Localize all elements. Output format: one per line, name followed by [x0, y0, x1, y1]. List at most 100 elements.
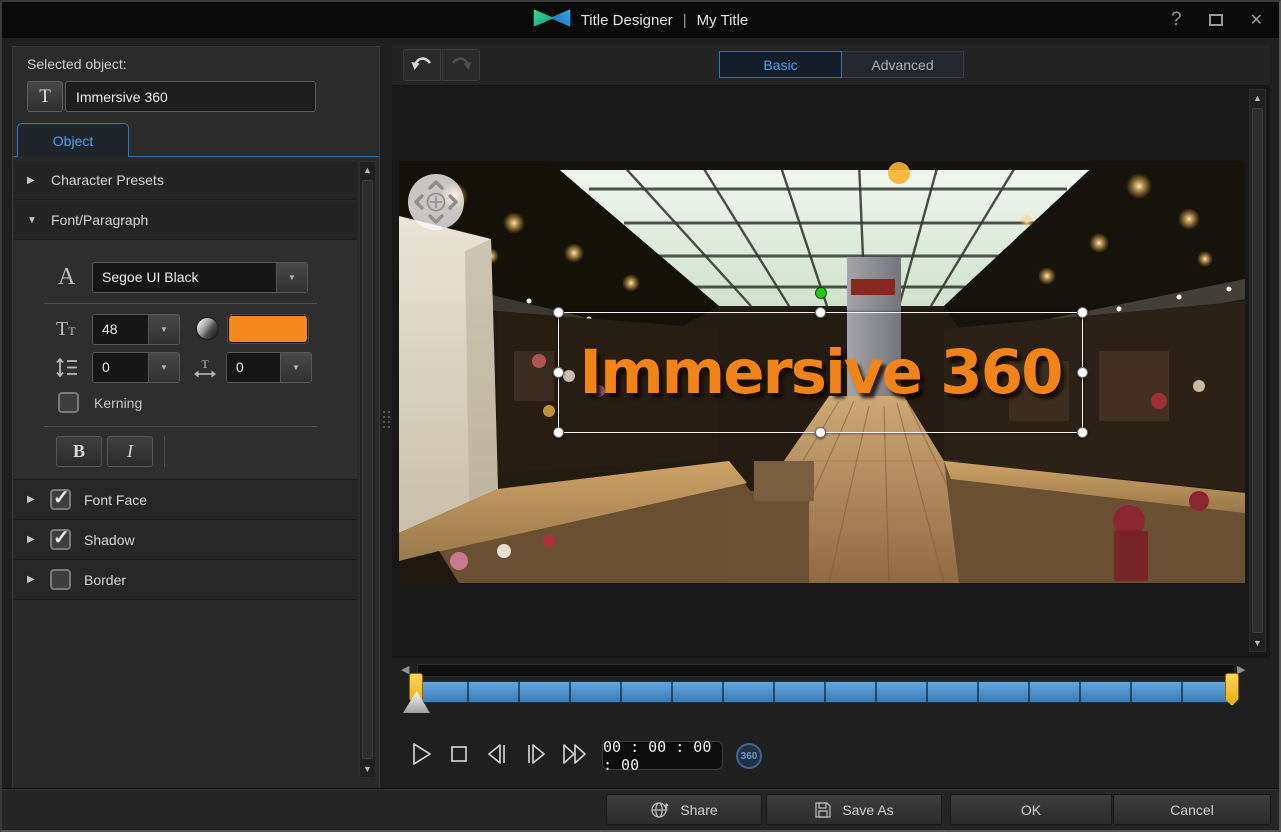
font-size-icon: TT — [56, 318, 76, 341]
undo-button[interactable] — [403, 49, 441, 81]
text-object-icon[interactable]: T — [27, 81, 63, 112]
save-as-label: Save As — [842, 802, 893, 818]
previous-frame-button[interactable] — [483, 740, 511, 768]
preview-area: Immersive 360 ▲ ▼ — [392, 86, 1270, 658]
collapsed-arrow-icon: ▶ — [27, 574, 37, 585]
chevron-down-icon[interactable]: ▼ — [276, 263, 307, 292]
chevron-down-icon[interactable]: ▼ — [148, 315, 179, 344]
section-font-face[interactable]: ▶ ✓ Font Face — [14, 480, 357, 520]
resize-handle-bottom-center[interactable] — [815, 427, 826, 438]
section-font-paragraph[interactable]: ▼ Font/Paragraph — [14, 201, 357, 240]
editor-panel: Basic Advanced — [392, 46, 1270, 790]
title-text[interactable]: Immersive 360 — [559, 313, 1082, 432]
scrollbar-thumb[interactable] — [362, 180, 373, 759]
cancel-button[interactable]: Cancel — [1113, 794, 1271, 825]
resize-handle-top-left[interactable] — [553, 307, 564, 318]
scrollbar-thumb[interactable] — [1252, 108, 1263, 633]
titlebar: Title Designer | My Title ? ✕ — [2, 2, 1279, 38]
section-label: Font/Paragraph — [51, 212, 148, 228]
panel-splitter-handle[interactable] — [382, 400, 390, 438]
font-family-value: Segoe UI Black — [93, 263, 276, 292]
italic-button[interactable]: I — [107, 436, 153, 467]
kerning-label: Kerning — [94, 395, 142, 411]
pan-360-control[interactable] — [407, 173, 465, 231]
resize-handle-middle-left[interactable] — [553, 367, 564, 378]
properties-body: ▶ Character Presets ▼ Font/Paragraph A S… — [14, 158, 378, 789]
font-size-select[interactable]: 48 ▼ — [92, 314, 180, 345]
stop-button[interactable] — [445, 740, 473, 768]
360-mode-icon[interactable]: 360 — [736, 743, 762, 769]
scroll-down-icon[interactable]: ▼ — [1250, 635, 1265, 651]
scroll-up-icon[interactable]: ▲ — [1250, 90, 1265, 106]
share-label: Share — [680, 802, 717, 818]
timeline-duration-bar[interactable] — [417, 681, 1235, 703]
divider — [44, 426, 317, 427]
timeline-scroll-left-icon[interactable]: ◀ — [401, 663, 409, 676]
redo-button[interactable] — [442, 49, 480, 81]
title-separator: | — [683, 12, 687, 29]
timeline-track[interactable] — [417, 664, 1235, 677]
resize-handle-bottom-right[interactable] — [1077, 427, 1088, 438]
tab-basic[interactable]: Basic — [719, 51, 842, 78]
font-face-checkbox[interactable]: ✓ — [50, 489, 71, 510]
chevron-down-icon[interactable]: ▼ — [280, 353, 311, 382]
expanded-arrow-icon: ▼ — [27, 215, 37, 226]
rotation-handle[interactable] — [815, 287, 827, 299]
title-selection-box[interactable]: Immersive 360 — [558, 312, 1083, 433]
character-spacing-select[interactable]: 0 ▼ — [226, 352, 312, 383]
play-button[interactable] — [407, 740, 435, 768]
tab-object[interactable]: Object — [17, 123, 129, 157]
line-spacing-value: 0 — [93, 353, 148, 382]
object-name-input[interactable] — [65, 81, 316, 112]
app-logo-icon — [533, 7, 571, 33]
font-family-icon: A — [58, 264, 75, 291]
tab-advanced[interactable]: Advanced — [842, 51, 964, 78]
resize-handle-bottom-left[interactable] — [553, 427, 564, 438]
text-color-icon — [196, 317, 219, 340]
collapsed-arrow-icon: ▶ — [27, 175, 37, 186]
line-spacing-select[interactable]: 0 ▼ — [92, 352, 180, 383]
kerning-checkbox[interactable]: ✓ — [58, 392, 79, 413]
font-size-value: 48 — [93, 315, 148, 344]
title-timeline: ◀ ▶ — [392, 658, 1270, 716]
left-panel-scrollbar[interactable]: ▲ ▼ — [359, 161, 376, 778]
next-frame-button[interactable] — [522, 740, 550, 768]
section-border[interactable]: ▶ ✓ Border — [14, 560, 357, 600]
character-spacing-value: 0 — [227, 353, 280, 382]
divider — [44, 303, 317, 304]
font-family-select[interactable]: Segoe UI Black ▼ — [92, 262, 308, 293]
shadow-checkbox[interactable]: ✓ — [50, 529, 71, 550]
collapsed-arrow-icon: ▶ — [27, 534, 37, 545]
title-designer-window: Title Designer | My Title ? ✕ Selected o… — [0, 0, 1281, 832]
collapsed-arrow-icon: ▶ — [27, 494, 37, 505]
floppy-save-icon — [814, 801, 832, 819]
chevron-down-icon[interactable]: ▼ — [148, 353, 179, 382]
border-checkbox[interactable]: ✓ — [50, 569, 71, 590]
font-paragraph-controls: A Segoe UI Black ▼ TT 48 ▼ — [14, 240, 357, 480]
preview-canvas-360[interactable]: Immersive 360 — [399, 161, 1245, 583]
save-as-button[interactable]: Save As — [766, 794, 942, 825]
svg-text:T: T — [201, 358, 209, 371]
character-spacing-icon: T — [192, 358, 218, 382]
maximize-icon[interactable] — [1209, 14, 1223, 26]
text-color-swatch[interactable] — [228, 315, 308, 343]
section-label: Character Presets — [51, 172, 164, 188]
resize-handle-middle-right[interactable] — [1077, 367, 1088, 378]
fast-forward-button[interactable] — [560, 740, 588, 768]
document-title: My Title — [697, 12, 749, 29]
bold-button[interactable]: B — [56, 436, 102, 467]
section-label: Shadow — [84, 532, 135, 548]
selected-object-label: Selected object: — [27, 56, 127, 72]
scroll-down-icon[interactable]: ▼ — [360, 761, 375, 777]
section-shadow[interactable]: ▶ ✓ Shadow — [14, 520, 357, 560]
timecode-display[interactable]: 00 : 00 : 00 : 00 — [602, 741, 723, 770]
help-icon[interactable]: ? — [1171, 9, 1182, 31]
ok-button[interactable]: OK — [950, 794, 1112, 825]
share-button[interactable]: Share — [606, 794, 762, 825]
close-icon[interactable]: ✕ — [1250, 10, 1263, 30]
section-character-presets[interactable]: ▶ Character Presets — [14, 161, 357, 200]
scroll-up-icon[interactable]: ▲ — [360, 162, 375, 178]
resize-handle-top-center[interactable] — [815, 307, 826, 318]
preview-scrollbar[interactable]: ▲ ▼ — [1249, 89, 1266, 652]
resize-handle-top-right[interactable] — [1077, 307, 1088, 318]
